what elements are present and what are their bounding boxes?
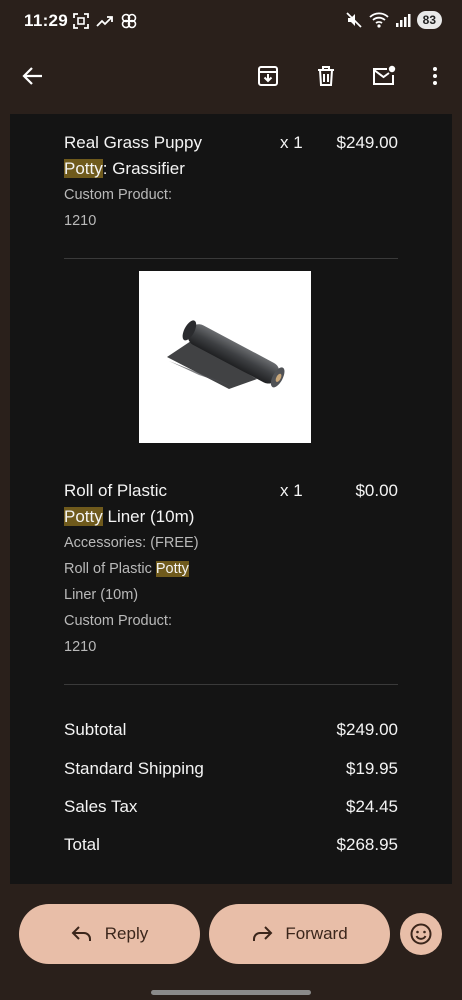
total-value: $268.95 bbox=[336, 835, 398, 854]
item-meta: Custom Product: 1210 bbox=[64, 182, 264, 234]
mute-icon bbox=[346, 12, 362, 28]
item-price: $0.00 bbox=[355, 481, 398, 500]
screenshot-icon bbox=[73, 13, 89, 29]
item-quantity: x 1 bbox=[280, 133, 303, 152]
mark-unread-icon bbox=[373, 65, 396, 85]
plastic-roll-image bbox=[167, 320, 285, 389]
more-vert-icon bbox=[433, 67, 437, 85]
product-image bbox=[139, 271, 311, 443]
item-title-text: Roll of Plastic bbox=[64, 481, 167, 500]
subtotal-value: $249.00 bbox=[336, 720, 398, 739]
item-quantity: x 1 bbox=[280, 481, 303, 500]
email-toolbar bbox=[0, 44, 462, 108]
custom-product-label: Custom Product: bbox=[64, 187, 172, 203]
forward-icon bbox=[253, 926, 273, 941]
action-bar: Reply Forward bbox=[0, 884, 462, 1000]
tax-label: Sales Tax bbox=[64, 797, 138, 816]
search-highlight: Potty bbox=[64, 159, 103, 178]
subtotal-label: Subtotal bbox=[64, 720, 127, 739]
status-bar: 11:29 83 bbox=[0, 0, 462, 44]
total-label: Total bbox=[64, 835, 100, 854]
delete-button[interactable] bbox=[310, 60, 342, 92]
shipping-value: $19.95 bbox=[346, 759, 398, 778]
status-notification-icons bbox=[72, 12, 138, 30]
wifi-icon bbox=[369, 12, 389, 28]
item-title-text: : Grassifier bbox=[102, 159, 185, 178]
search-highlight: Potty bbox=[64, 507, 103, 526]
custom-product-label: Custom Product: bbox=[64, 613, 172, 629]
item-title-text: Real Grass Puppy bbox=[64, 133, 202, 152]
divider bbox=[64, 684, 398, 685]
shipping-label: Standard Shipping bbox=[64, 759, 204, 778]
custom-product-value: 1210 bbox=[64, 639, 97, 655]
forward-button[interactable]: Forward bbox=[209, 904, 390, 964]
mark-unread-button[interactable] bbox=[368, 60, 400, 92]
accessory-name: Roll of Plastic Potty bbox=[64, 556, 264, 582]
reply-icon bbox=[71, 926, 91, 941]
reply-button[interactable]: Reply bbox=[19, 904, 200, 964]
forward-label: Forward bbox=[285, 924, 348, 943]
smiley-icon bbox=[410, 923, 432, 945]
status-time: 11:29 bbox=[24, 11, 69, 30]
back-arrow-icon bbox=[22, 67, 42, 85]
archive-icon bbox=[258, 66, 278, 86]
item-meta: Accessories: (FREE) Roll of Plastic Pott… bbox=[64, 530, 264, 660]
accessories-label: Accessories: (FREE) bbox=[64, 535, 199, 551]
more-options-button[interactable] bbox=[419, 60, 451, 92]
accessory-name-cont: Liner (10m) bbox=[64, 587, 139, 603]
order-details: Real Grass Puppy Potty: Grassifier x 1 $… bbox=[10, 114, 452, 884]
accessory-name-text: Roll of Plastic bbox=[64, 561, 152, 577]
home-indicator[interactable] bbox=[151, 990, 311, 995]
reply-label: Reply bbox=[104, 924, 149, 943]
delete-icon bbox=[318, 66, 334, 86]
item-title: Roll of Plastic Potty Liner (10m) bbox=[64, 478, 284, 530]
pinwheel-icon bbox=[121, 13, 137, 29]
archive-button[interactable] bbox=[252, 60, 284, 92]
trending-icon bbox=[96, 16, 113, 27]
custom-product-value: 1210 bbox=[64, 213, 97, 229]
signal-icon bbox=[395, 14, 411, 27]
email-body: Real Grass Puppy Potty: Grassifier x 1 $… bbox=[10, 114, 452, 884]
item-title-text: Liner (10m) bbox=[107, 507, 195, 526]
tax-value: $24.45 bbox=[346, 797, 398, 816]
back-button[interactable] bbox=[17, 60, 49, 92]
item-title: Real Grass Puppy Potty: Grassifier bbox=[64, 130, 284, 182]
item-price: $249.00 bbox=[336, 133, 398, 152]
search-highlight: Potty bbox=[155, 561, 189, 577]
emoji-reaction-button[interactable] bbox=[400, 913, 442, 955]
battery-level: 83 bbox=[416, 11, 442, 29]
status-system-icons: 83 bbox=[345, 11, 442, 29]
divider bbox=[64, 258, 398, 259]
